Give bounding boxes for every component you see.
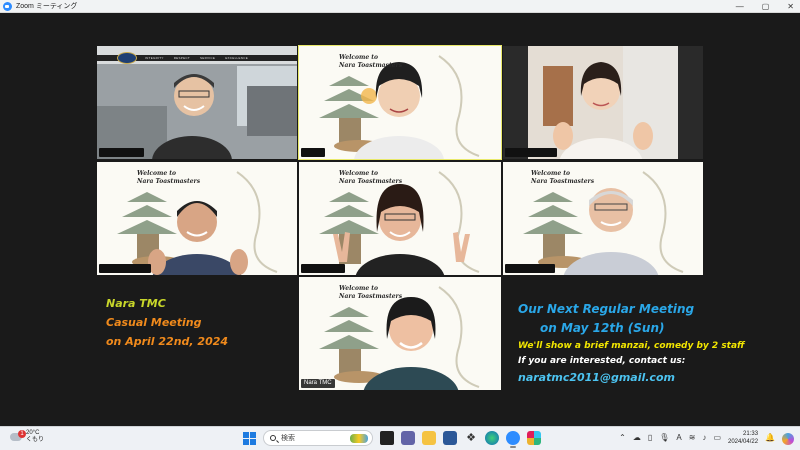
clock-time: 21:33 — [743, 431, 759, 437]
cloud-sync-icon[interactable]: ☁ — [633, 430, 641, 446]
participant-name-tag — [301, 264, 345, 273]
zoom-app-icon — [3, 1, 12, 11]
meeting-type: Casual Meeting — [106, 316, 202, 329]
participant-name-tag — [301, 148, 325, 157]
maximize-button[interactable]: ▢ — [762, 2, 770, 11]
volume-icon[interactable]: ♪ — [702, 430, 706, 446]
taskbar: 1 20°C くもり 検索 ❖ ⌃ ☁ ▯ 🎙 A ≋ ♪ ▭ 21:33 20… — [0, 426, 800, 450]
minimize-button[interactable]: — — [736, 2, 744, 11]
virtual-bg-caption: Welcome to Nara Toastmasters — [137, 170, 200, 186]
participant-name-tag — [505, 148, 557, 157]
weather-text: 20°C くもり — [26, 430, 44, 444]
welcome-line: Nara Toastmasters — [339, 293, 403, 300]
taskbar-apps: 検索 ❖ — [242, 430, 541, 448]
welcome-line: Welcome to — [531, 170, 571, 177]
search-placeholder: 検索 — [281, 435, 295, 442]
welcome-line: Nara Toastmasters — [531, 178, 595, 185]
participant-tile[interactable]: INTEGRITY RESPECT SERVICE EXCELLENCE — [97, 46, 297, 159]
search-icon — [270, 435, 276, 441]
banner-word: RESPECT — [173, 56, 190, 60]
club-name: Nara TMC — [106, 297, 166, 310]
window-controls: — ▢ ✕ — [736, 0, 794, 13]
system-tray: ⌃ ☁ ▯ 🎙 A ≋ ♪ ▭ 21:33 2024/04/22 🔔 — [619, 430, 794, 446]
clock[interactable]: 21:33 2024/04/22 — [728, 430, 758, 446]
notification-bell-icon[interactable]: 🔔 — [765, 430, 775, 446]
teams-icon[interactable] — [401, 431, 415, 445]
weather-widget[interactable]: 1 20°C くもり — [10, 430, 44, 444]
next-meeting-caption: Our Next Regular Meeting on May 12th (Su… — [518, 300, 745, 387]
weather-temp: 20°C — [26, 430, 40, 436]
microphone-icon[interactable]: 🎙 — [659, 430, 669, 446]
meeting-date: on April 22nd, 2024 — [106, 335, 229, 348]
next-meeting-date: on May 12th (Sun) — [540, 321, 665, 335]
window-titlebar: Zoom ミーティング — ▢ ✕ — [0, 0, 800, 13]
room-background — [503, 46, 703, 159]
next-meeting-heading: Our Next Regular Meeting — [518, 302, 695, 316]
welcome-line: Welcome to — [339, 54, 379, 61]
virtual-bg-caption: Welcome to Nara Toastmasters — [339, 170, 402, 186]
virtual-bg-caption: Welcome to Nara Toastmasters — [339, 285, 402, 301]
wifi-icon[interactable]: ≋ — [689, 430, 696, 446]
participant-tile[interactable]: Welcome to Nara Toastmasters — [97, 162, 297, 275]
widgets-icon[interactable] — [380, 431, 394, 445]
virtual-bg-caption: Welcome to Nara Toastmasters — [531, 170, 594, 186]
cloud-icon: 1 — [10, 430, 26, 441]
copilot-icon[interactable] — [782, 433, 794, 445]
notification-badge: 1 — [18, 430, 26, 438]
welcome-line: Nara Toastmasters — [339, 178, 403, 185]
participant-name-tag: Nara TMC — [301, 379, 335, 388]
clock-date: 2024/04/22 — [728, 439, 759, 445]
contact-email[interactable]: naratmc2011@gmail.com — [518, 369, 745, 387]
participant-tile-active-speaker[interactable]: Welcome to Nara Toastmasters — [298, 45, 502, 160]
welcome-line: Nara Toastmasters — [137, 178, 201, 185]
meeting-stage: INTEGRITY RESPECT SERVICE EXCELLENCE Wel… — [0, 13, 800, 426]
contact-prompt: If you are interested, contact us: — [518, 356, 686, 366]
participant-tile[interactable]: Welcome to Nara Toastmasters Nara TMC — [299, 277, 501, 390]
participant-tile[interactable] — [503, 46, 703, 159]
start-button[interactable] — [242, 431, 256, 445]
welcome-line: Nara Toastmasters — [339, 62, 403, 69]
welcome-line: Welcome to — [137, 170, 177, 177]
battery-icon[interactable]: ▭ — [713, 430, 721, 446]
zoom-taskbar-icon[interactable] — [506, 431, 520, 448]
banner-word: SERVICE — [199, 56, 216, 60]
toastmasters-logo — [117, 52, 137, 64]
store-icon[interactable] — [443, 431, 457, 445]
participant-name-tag — [505, 264, 555, 273]
slack-icon[interactable] — [527, 431, 541, 445]
welcome-line: Welcome to — [339, 170, 379, 177]
participant-name-tag — [99, 264, 151, 273]
meeting-info-caption: Nara TMC Casual Meeting on April 22nd, 2… — [106, 294, 228, 351]
participant-tile[interactable]: Welcome to Nara Toastmasters — [503, 162, 703, 275]
file-explorer-icon[interactable] — [422, 431, 436, 445]
next-meeting-note: We'll show a brief manzai, comedy by 2 s… — [518, 341, 745, 351]
banner-word: EXCELLENCE — [225, 56, 249, 60]
chevron-up-icon[interactable]: ⌃ — [619, 430, 626, 446]
ime-indicator[interactable]: A — [676, 430, 681, 446]
participant-name-tag — [99, 148, 144, 157]
banner-word: INTEGRITY — [145, 56, 164, 60]
phone-link-icon[interactable]: ▯ — [648, 430, 652, 446]
virtual-bg-caption: Welcome to Nara Toastmasters — [339, 54, 402, 70]
dropbox-icon[interactable]: ❖ — [464, 431, 478, 445]
weather-condition: くもり — [26, 437, 45, 443]
taskbar-search[interactable]: 検索 — [263, 430, 373, 446]
edge-icon[interactable] — [485, 431, 499, 445]
search-highlight-icon — [350, 434, 368, 443]
participant-tile[interactable]: Welcome to Nara Toastmasters — [299, 162, 501, 275]
close-button[interactable]: ✕ — [787, 2, 794, 11]
window-title: Zoom ミーティング — [16, 3, 78, 10]
welcome-line: Welcome to — [339, 285, 379, 292]
